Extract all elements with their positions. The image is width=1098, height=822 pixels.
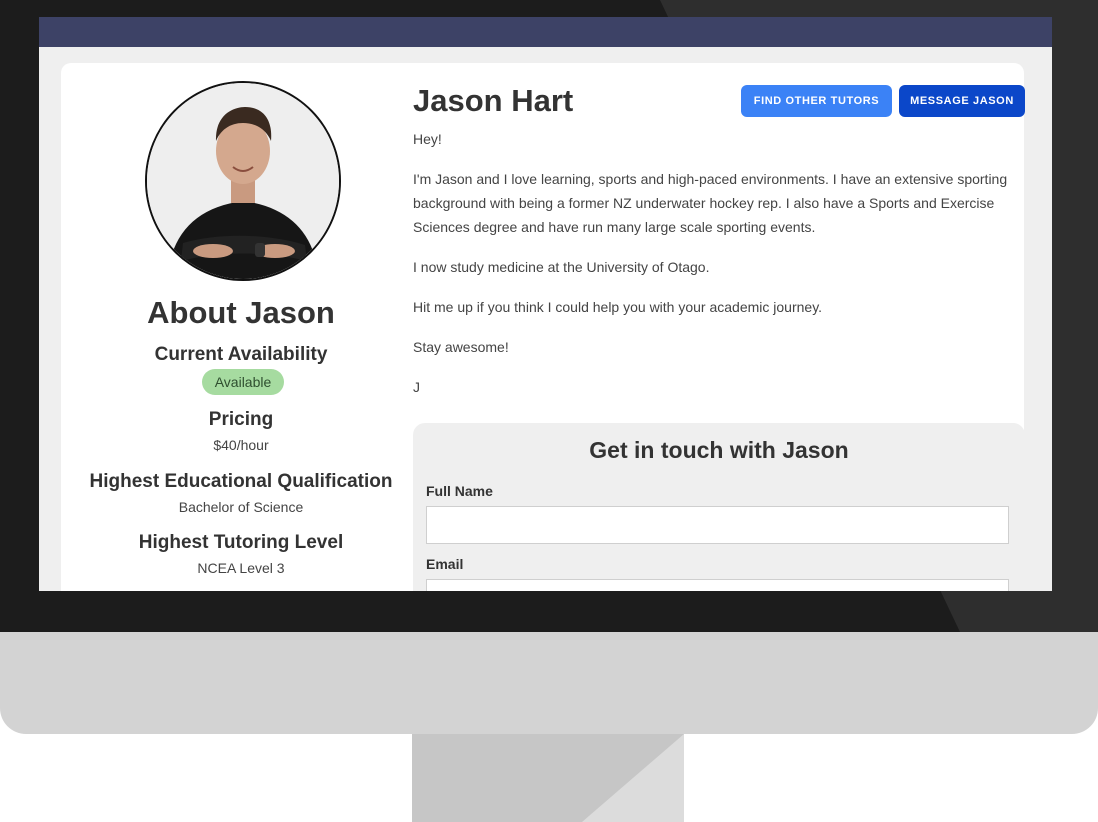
qualification-value: Bachelor of Science (178, 499, 304, 515)
email-label: Email (426, 556, 464, 572)
tutoring-level-value: NCEA Level 3 (197, 560, 285, 576)
bio-paragraph: Hey! (413, 131, 442, 147)
message-tutor-button[interactable]: MESSAGE JASON (899, 85, 1025, 117)
monitor-stand (412, 734, 684, 822)
full-name-input[interactable] (426, 506, 1009, 544)
email-input[interactable] (426, 579, 1009, 591)
tutor-name: Jason Hart (413, 83, 574, 118)
top-navigation-bar (39, 17, 1052, 47)
about-title: About Jason (147, 295, 335, 330)
qualification-label: Highest Educational Qualification (89, 471, 393, 492)
monitor-frame: About Jason Current Availability Availab… (0, 0, 1098, 632)
availability-badge: Available (202, 369, 284, 395)
screen: About Jason Current Availability Availab… (39, 17, 1052, 591)
stand-shade (582, 734, 684, 822)
bio-paragraph: Stay awesome! (413, 339, 509, 355)
full-name-label: Full Name (426, 483, 493, 499)
find-other-tutors-button[interactable]: FIND OTHER TUTORS (741, 85, 892, 117)
profile-card: About Jason Current Availability Availab… (61, 63, 1025, 591)
pricing-value: $40/hour (213, 437, 269, 453)
bio-paragraph: J (413, 379, 420, 395)
tutor-bio: Hey! I'm Jason and I love learning, spor… (413, 127, 1033, 415)
contact-form-title: Get in touch with Jason (589, 437, 849, 463)
avatar (145, 81, 341, 281)
bio-paragraph: I'm Jason and I love learning, sports an… (413, 171, 1008, 235)
tutoring-level-label: Highest Tutoring Level (138, 532, 344, 553)
avatar-photo (147, 83, 339, 279)
bio-paragraph: Hit me up if you think I could help you … (413, 299, 823, 315)
monitor-chin (0, 632, 1098, 734)
pricing-label: Pricing (208, 409, 274, 430)
availability-label: Current Availability (154, 344, 328, 365)
bio-paragraph: I now study medicine at the University o… (413, 259, 710, 275)
contact-form: Get in touch with Jason Full Name Email (413, 423, 1025, 591)
